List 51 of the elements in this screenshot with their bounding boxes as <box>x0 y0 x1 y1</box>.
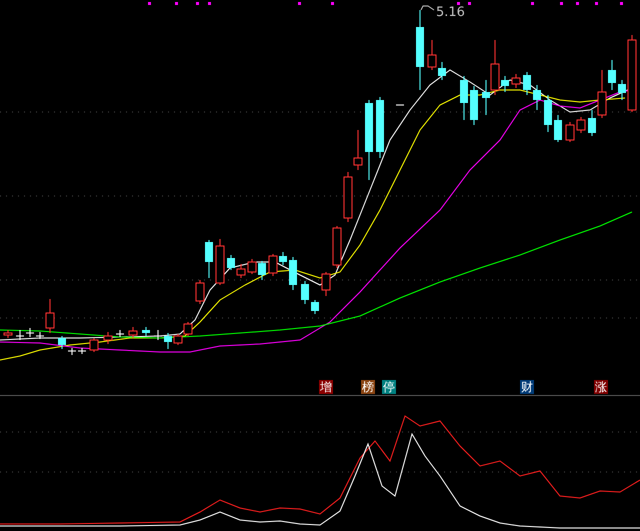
candlestick <box>470 86 478 126</box>
candlestick <box>512 74 520 88</box>
candlestick <box>566 122 574 142</box>
candlestick <box>164 332 172 350</box>
candlestick <box>332 226 342 268</box>
candlestick <box>236 264 246 278</box>
candlestick <box>523 72 531 96</box>
candlestick <box>279 252 287 266</box>
candlestick <box>227 254 235 270</box>
candlestick <box>608 60 616 90</box>
candlestick <box>311 300 319 314</box>
signal-tag: 榜 <box>361 380 375 394</box>
candlestick <box>58 336 66 350</box>
candlestick <box>396 104 404 106</box>
candlestick <box>554 114 562 142</box>
candlestick <box>544 94 552 132</box>
candlestick <box>354 130 362 170</box>
candlestick <box>289 256 297 290</box>
candlestick <box>154 330 162 340</box>
candlestick <box>216 238 224 286</box>
candlestick <box>301 280 309 304</box>
candlestick <box>501 76 509 92</box>
candlestick <box>618 80 626 100</box>
signal-tag: 财 <box>520 380 534 394</box>
candlestick <box>116 330 124 338</box>
candlestick <box>344 172 352 222</box>
candlestick <box>90 338 98 352</box>
candlestick <box>376 96 384 158</box>
candlestick <box>258 260 266 280</box>
candlestick <box>428 40 436 70</box>
signal-tag: 涨 <box>594 380 608 394</box>
candlestick <box>184 322 192 336</box>
candlestick <box>588 110 596 136</box>
candlestick <box>16 330 24 340</box>
signal-tag: 停 <box>382 380 396 394</box>
candlestick <box>142 326 150 336</box>
candlestick <box>438 62 446 80</box>
candlestick <box>128 326 138 338</box>
candlestick <box>533 84 541 110</box>
candlestick <box>104 332 112 344</box>
candlestick <box>268 254 278 276</box>
leader-line <box>420 6 434 10</box>
candlestick <box>174 334 182 346</box>
candlestick <box>26 328 34 338</box>
candlestick <box>460 76 468 120</box>
candlestick <box>576 116 586 134</box>
candlestick <box>598 70 606 118</box>
candlestick <box>322 272 330 296</box>
candlestick <box>248 258 256 274</box>
high-price-label: 5.16 <box>436 5 465 20</box>
signal-tag: 增 <box>319 380 333 394</box>
